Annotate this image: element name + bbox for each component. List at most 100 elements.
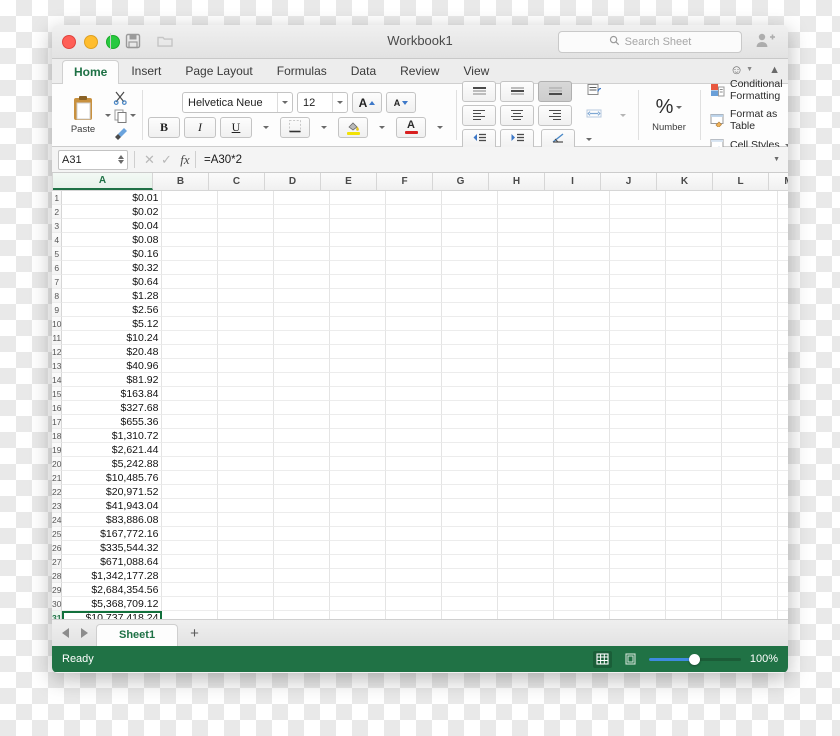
cell-h30[interactable] xyxy=(498,597,555,611)
cell-m10[interactable] xyxy=(778,317,788,331)
cell-g5[interactable] xyxy=(442,247,499,261)
row-header-20[interactable]: 20 xyxy=(52,457,63,471)
font-family-select[interactable]: Helvetica Neue xyxy=(182,92,293,113)
cell-m8[interactable] xyxy=(778,289,788,303)
cell-j20[interactable] xyxy=(610,457,667,471)
cell-g7[interactable] xyxy=(442,275,499,289)
cell-k14[interactable] xyxy=(666,373,723,387)
cell-b15[interactable] xyxy=(162,387,219,401)
cell-a14[interactable]: $81.92 xyxy=(62,373,163,387)
cell-f18[interactable] xyxy=(386,429,443,443)
cell-f7[interactable] xyxy=(386,275,443,289)
column-header-h[interactable]: H xyxy=(489,173,545,190)
cell-a7[interactable]: $0.64 xyxy=(62,275,163,289)
cell-g8[interactable] xyxy=(442,289,499,303)
cell-h18[interactable] xyxy=(498,429,555,443)
cell-i27[interactable] xyxy=(554,555,611,569)
cell-k5[interactable] xyxy=(666,247,723,261)
cell-j14[interactable] xyxy=(610,373,667,387)
cell-g3[interactable] xyxy=(442,219,499,233)
cell-e13[interactable] xyxy=(330,359,387,373)
cell-i25[interactable] xyxy=(554,527,611,541)
cell-h10[interactable] xyxy=(498,317,555,331)
cell-e31[interactable] xyxy=(330,611,387,619)
cell-c8[interactable] xyxy=(218,289,275,303)
row-header-21[interactable]: 21 xyxy=(52,471,63,485)
cell-f22[interactable] xyxy=(386,485,443,499)
cell-i30[interactable] xyxy=(554,597,611,611)
cell-j15[interactable] xyxy=(610,387,667,401)
cell-j7[interactable] xyxy=(610,275,667,289)
cell-b4[interactable] xyxy=(162,233,219,247)
cell-e22[interactable] xyxy=(330,485,387,499)
cell-f1[interactable] xyxy=(386,191,443,205)
cell-k3[interactable] xyxy=(666,219,723,233)
cell-g13[interactable] xyxy=(442,359,499,373)
row-header-14[interactable]: 14 xyxy=(52,373,63,387)
cell-e30[interactable] xyxy=(330,597,387,611)
cell-f17[interactable] xyxy=(386,415,443,429)
cell-l19[interactable] xyxy=(722,443,779,457)
cell-k27[interactable] xyxy=(666,555,723,569)
cell-a25[interactable]: $167,772.16 xyxy=(62,527,163,541)
cell-i3[interactable] xyxy=(554,219,611,233)
cell-l16[interactable] xyxy=(722,401,779,415)
cell-j12[interactable] xyxy=(610,345,667,359)
cell-b8[interactable] xyxy=(162,289,219,303)
cell-i26[interactable] xyxy=(554,541,611,555)
cell-a17[interactable]: $655.36 xyxy=(62,415,163,429)
cell-g18[interactable] xyxy=(442,429,499,443)
sheet-tab-sheet1[interactable]: Sheet1 xyxy=(96,624,179,646)
cell-i11[interactable] xyxy=(554,331,611,345)
cell-j1[interactable] xyxy=(610,191,667,205)
cell-m7[interactable] xyxy=(778,275,788,289)
paste-dropdown-icon[interactable] xyxy=(105,113,111,117)
font-family-dropdown-icon[interactable] xyxy=(277,93,292,112)
cell-i14[interactable] xyxy=(554,373,611,387)
cell-k6[interactable] xyxy=(666,261,723,275)
cell-l12[interactable] xyxy=(722,345,779,359)
cell-l4[interactable] xyxy=(722,233,779,247)
cell-j24[interactable] xyxy=(610,513,667,527)
cell-e1[interactable] xyxy=(330,191,387,205)
column-header-d[interactable]: D xyxy=(265,173,321,190)
cell-m17[interactable] xyxy=(778,415,788,429)
cell-l30[interactable] xyxy=(722,597,779,611)
cell-l10[interactable] xyxy=(722,317,779,331)
column-header-g[interactable]: G xyxy=(433,173,489,190)
cell-g28[interactable] xyxy=(442,569,499,583)
cell-i19[interactable] xyxy=(554,443,611,457)
cell-h9[interactable] xyxy=(498,303,555,317)
row-header-10[interactable]: 10 xyxy=(52,317,63,331)
cell-d22[interactable] xyxy=(274,485,331,499)
cell-g24[interactable] xyxy=(442,513,499,527)
cell-l11[interactable] xyxy=(722,331,779,345)
cell-b25[interactable] xyxy=(162,527,219,541)
cell-g23[interactable] xyxy=(442,499,499,513)
cell-e9[interactable] xyxy=(330,303,387,317)
cell-c29[interactable] xyxy=(218,583,275,597)
cell-e23[interactable] xyxy=(330,499,387,513)
cell-b5[interactable] xyxy=(162,247,219,261)
cell-i22[interactable] xyxy=(554,485,611,499)
cell-i16[interactable] xyxy=(554,401,611,415)
cell-l18[interactable] xyxy=(722,429,779,443)
cell-k15[interactable] xyxy=(666,387,723,401)
cell-d23[interactable] xyxy=(274,499,331,513)
cell-m15[interactable] xyxy=(778,387,788,401)
cell-f15[interactable] xyxy=(386,387,443,401)
cell-j18[interactable] xyxy=(610,429,667,443)
cell-f11[interactable] xyxy=(386,331,443,345)
cell-a4[interactable]: $0.08 xyxy=(62,233,163,247)
cell-i1[interactable] xyxy=(554,191,611,205)
cell-k11[interactable] xyxy=(666,331,723,345)
zoom-slider[interactable] xyxy=(648,653,741,665)
row-header-17[interactable]: 17 xyxy=(52,415,63,429)
cell-j23[interactable] xyxy=(610,499,667,513)
cell-c27[interactable] xyxy=(218,555,275,569)
cell-m9[interactable] xyxy=(778,303,788,317)
cell-j2[interactable] xyxy=(610,205,667,219)
cell-g4[interactable] xyxy=(442,233,499,247)
cell-f13[interactable] xyxy=(386,359,443,373)
cell-h16[interactable] xyxy=(498,401,555,415)
